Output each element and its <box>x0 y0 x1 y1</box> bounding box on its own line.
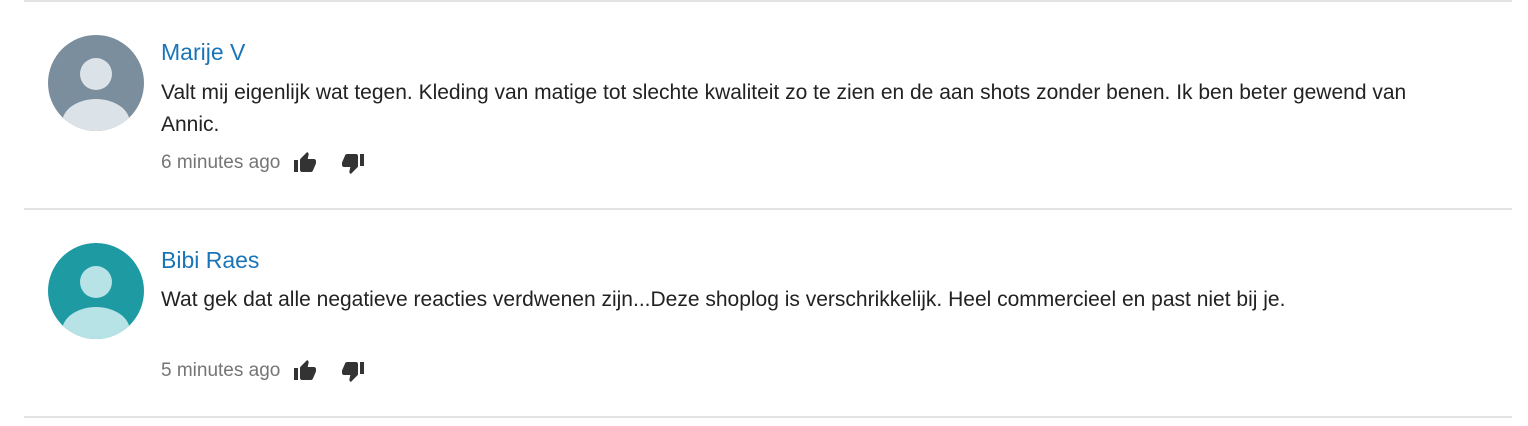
comment-text: Valt mij eigenlijk wat tegen. Kleding va… <box>161 81 1407 136</box>
comment-timestamp: 5 minutes ago <box>161 360 281 381</box>
comment-meta: 5 minutes ago <box>161 357 366 385</box>
downvote-button[interactable] <box>340 358 366 384</box>
user-avatar-icon <box>48 243 144 339</box>
thumbs-down-icon <box>342 154 365 174</box>
upvote-button[interactable] <box>292 150 318 176</box>
comment-timestamp: 6 minutes ago <box>161 152 281 173</box>
thumbs-up-icon <box>294 360 317 380</box>
upvote-button[interactable] <box>292 358 318 384</box>
thumbs-up-icon <box>294 152 317 172</box>
comment-author-link[interactable]: Marije V <box>161 38 245 66</box>
avatar[interactable] <box>48 243 144 339</box>
comment-text: Wat gek dat alle negatieve reacties verd… <box>161 288 1286 311</box>
comment-item: Marije V Valt mij eigenlijk wat tegen. K… <box>0 0 1528 208</box>
user-avatar-icon <box>48 35 144 131</box>
comment-item: Bibi Raes Wat gek dat alle negatieve rea… <box>0 210 1528 416</box>
avatar[interactable] <box>48 35 144 131</box>
comment-author-link[interactable]: Bibi Raes <box>161 246 259 274</box>
comment-meta: 6 minutes ago <box>161 149 366 177</box>
divider-bottom <box>24 416 1512 418</box>
downvote-button[interactable] <box>340 150 366 176</box>
thumbs-down-icon <box>342 362 365 382</box>
